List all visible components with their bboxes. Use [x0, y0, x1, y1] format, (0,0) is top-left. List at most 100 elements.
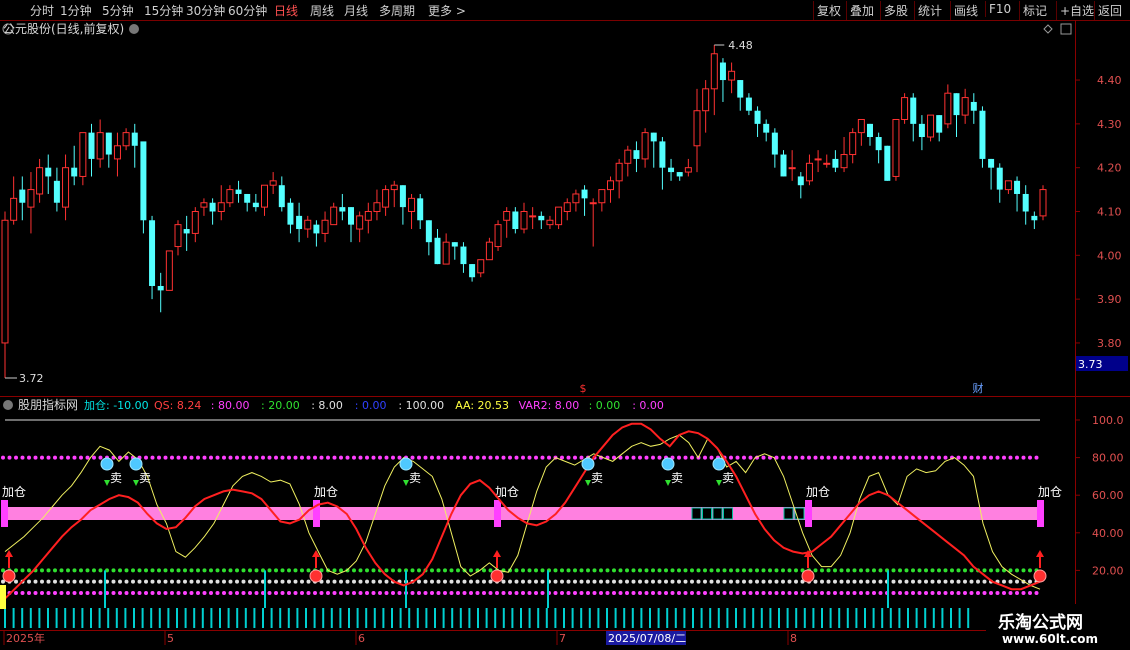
- green-box: [783, 507, 794, 520]
- dots-20: [989, 568, 993, 573]
- dots-8: [118, 590, 122, 595]
- candle-body: [1022, 193, 1029, 212]
- dots-8: [677, 590, 681, 595]
- last-price-label: 3.73: [1078, 358, 1103, 371]
- dots-8: [14, 590, 18, 595]
- dots-8: [319, 590, 324, 595]
- dots-80: [1, 455, 5, 460]
- dots-20: [150, 568, 155, 573]
- dots-8: [1008, 590, 1013, 595]
- dots-14: [605, 579, 610, 584]
- dots-80: [748, 455, 753, 460]
- dots-8: [514, 590, 519, 595]
- candle-body: [607, 180, 614, 191]
- dots-20: [124, 568, 129, 573]
- dots-80: [911, 455, 915, 460]
- candle-body: [122, 132, 130, 147]
- candle-body: [53, 180, 60, 203]
- candle-body: [684, 167, 692, 173]
- dots-80: [982, 455, 987, 460]
- dots-80: [833, 455, 837, 460]
- date-label: 6: [358, 632, 365, 645]
- dots-20: [579, 568, 584, 573]
- candle-body: [149, 220, 156, 286]
- candle-body: [330, 206, 338, 226]
- dots-20: [618, 568, 623, 573]
- dots-20: [287, 568, 291, 573]
- dots-20: [293, 568, 298, 573]
- dots-80: [274, 455, 278, 460]
- dots-14: [1028, 579, 1032, 584]
- sell-label: 卖: [110, 471, 122, 485]
- dots-20: [657, 568, 662, 573]
- candle-body: [1014, 180, 1021, 194]
- dots-14: [566, 579, 571, 584]
- dots-14: [163, 579, 168, 584]
- dots-80: [300, 455, 304, 460]
- dots-14: [924, 579, 928, 584]
- dots-20: [859, 568, 863, 573]
- candle-body: [529, 215, 537, 218]
- dots-14: [956, 579, 961, 584]
- sell-ball: [712, 457, 726, 471]
- dots-14: [183, 579, 187, 584]
- add-marker: [1, 500, 8, 527]
- dots-8: [943, 590, 948, 595]
- candle-body: [356, 215, 364, 230]
- dots-14: [631, 579, 636, 584]
- dots-20: [930, 568, 935, 573]
- candle-body: [313, 224, 320, 234]
- dots-8: [280, 590, 285, 595]
- dots-20: [553, 568, 558, 573]
- buy-ball: [2, 569, 16, 583]
- dots-20: [521, 568, 525, 573]
- dots-8: [521, 590, 525, 595]
- candle-body: [944, 92, 952, 125]
- dots-8: [930, 590, 935, 595]
- dots-14: [131, 579, 135, 584]
- dots-8: [462, 590, 467, 595]
- candle-body: [157, 285, 164, 291]
- candle-body: [460, 246, 467, 265]
- dots-8: [982, 590, 987, 595]
- dots-80: [924, 455, 928, 460]
- dots-80: [878, 455, 883, 460]
- dots-14: [352, 579, 356, 584]
- indicator-tick-label: 100.0: [1092, 414, 1124, 427]
- price-tick-label: 4.00: [1097, 249, 1122, 262]
- dots-14: [430, 579, 434, 584]
- dots-8: [397, 590, 402, 595]
- dots-20: [787, 568, 792, 573]
- dots-20: [443, 568, 447, 573]
- dots-8: [300, 590, 304, 595]
- dots-80: [885, 455, 889, 460]
- dots-8: [761, 590, 766, 595]
- dots-14: [826, 579, 831, 584]
- candle-body: [442, 241, 450, 265]
- dots-20: [358, 568, 363, 573]
- dots-8: [150, 590, 155, 595]
- candle-body: [113, 145, 121, 160]
- dots-8: [820, 590, 824, 595]
- dots-20: [898, 568, 902, 573]
- dots-80: [202, 455, 207, 460]
- dots-14: [196, 579, 200, 584]
- dots-80: [144, 455, 148, 460]
- dots-14: [638, 579, 642, 584]
- dots-20: [794, 568, 798, 573]
- dots-14: [170, 579, 174, 584]
- diamond-icon: [1043, 24, 1053, 34]
- dots-20: [924, 568, 928, 573]
- dots-14: [612, 579, 616, 584]
- dots-20: [14, 568, 18, 573]
- dots-8: [898, 590, 902, 595]
- dots-14: [345, 579, 350, 584]
- buy-arrow: [493, 550, 501, 557]
- dots-14: [787, 579, 792, 584]
- dots-14: [66, 579, 70, 584]
- dots-80: [937, 455, 941, 460]
- dots-20: [586, 568, 590, 573]
- green-box: [702, 507, 712, 520]
- dots-80: [436, 455, 441, 460]
- dots-80: [92, 455, 96, 460]
